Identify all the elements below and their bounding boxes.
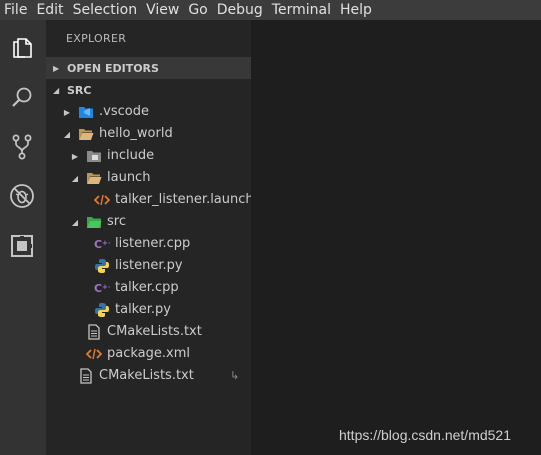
tree-item-label: include bbox=[107, 148, 155, 163]
tree-item-talker-cpp[interactable]: C++ talker.cpp bbox=[46, 277, 251, 299]
tree-item-label: .vscode bbox=[99, 104, 149, 119]
xml-file-icon bbox=[94, 192, 110, 208]
tree-item-package-xml[interactable]: package.xml bbox=[46, 343, 251, 365]
chevron-right-icon: ▶ bbox=[53, 63, 60, 73]
tree-item-label: CMakeLists.txt bbox=[107, 324, 202, 339]
menu-selection[interactable]: Selection bbox=[69, 0, 143, 20]
tree-item-label: listener.py bbox=[115, 258, 183, 273]
tree-item-label: hello_world bbox=[99, 126, 173, 141]
svg-text:C: C bbox=[94, 238, 102, 251]
src-folder-icon bbox=[86, 214, 102, 230]
tree-item-label: listener.cpp bbox=[115, 236, 191, 251]
tree-item-label: talker_listener.launch bbox=[115, 192, 251, 207]
explorer-title: EXPLORER bbox=[66, 32, 127, 45]
symlink-icon: ↳ bbox=[230, 369, 240, 382]
chevron-down-icon: ◢ bbox=[53, 85, 60, 95]
cpp-file-icon: C++ bbox=[94, 236, 110, 252]
tree-item-cmakelists-txt[interactable]: CMakeLists.txt bbox=[46, 321, 251, 343]
tree-item-hello-world[interactable]: ◢ hello_world bbox=[46, 123, 251, 145]
menu-help[interactable]: Help bbox=[336, 0, 377, 20]
menu-terminal[interactable]: Terminal bbox=[268, 0, 336, 20]
xml-file-icon bbox=[86, 346, 102, 362]
menu-edit[interactable]: Edit bbox=[32, 0, 68, 20]
workspace-section[interactable]: ◢ SRC bbox=[46, 79, 251, 101]
chevron-down-icon: ◢ bbox=[63, 129, 71, 139]
chevron-right-icon: ▶ bbox=[71, 151, 79, 161]
tree-item-label: launch bbox=[107, 170, 151, 185]
workspace-label: SRC bbox=[67, 83, 92, 97]
python-file-icon bbox=[94, 258, 110, 274]
open-editors-section[interactable]: ▶ OPEN EDITORS bbox=[46, 57, 251, 79]
menu-debug[interactable]: Debug bbox=[213, 0, 268, 20]
tree-item-label: CMakeLists.txt bbox=[99, 368, 194, 383]
tree-item-label: talker.cpp bbox=[115, 280, 179, 295]
python-file-icon bbox=[94, 302, 110, 318]
menu-file[interactable]: File bbox=[0, 0, 32, 20]
search-icon[interactable] bbox=[8, 83, 36, 111]
debug-icon[interactable] bbox=[8, 182, 36, 210]
tree-item-talker-py[interactable]: talker.py bbox=[46, 299, 251, 321]
tree-item-include[interactable]: ▶ include bbox=[46, 145, 251, 167]
watermark: https://blog.csdn.net/md521 bbox=[339, 427, 511, 443]
tree-item-cmakelists-txt[interactable]: CMakeLists.txt bbox=[46, 365, 251, 387]
tree-item-listener-py[interactable]: listener.py bbox=[46, 255, 251, 277]
tree-item-src[interactable]: ◢ src bbox=[46, 211, 251, 233]
tree-item-label: src bbox=[107, 214, 126, 229]
menu-bar: File Edit Selection View Go Debug Termin… bbox=[0, 0, 541, 20]
chevron-right-icon: ▶ bbox=[63, 107, 71, 117]
tree-item-launch[interactable]: ◢ launch bbox=[46, 167, 251, 189]
chevron-down-icon: ◢ bbox=[71, 173, 79, 183]
tree-item-label: talker.py bbox=[115, 302, 171, 317]
folder-open-icon bbox=[86, 170, 102, 186]
text-file-icon bbox=[78, 368, 94, 384]
cpp-file-icon: C++ bbox=[94, 280, 110, 296]
menu-go[interactable]: Go bbox=[184, 0, 212, 20]
svg-text:C: C bbox=[94, 282, 102, 295]
editor-area[interactable] bbox=[251, 20, 541, 455]
tree-item-vscode[interactable]: ▶ .vscode bbox=[46, 101, 251, 123]
open-editors-label: OPEN EDITORS bbox=[67, 61, 159, 75]
folder-open-icon bbox=[78, 126, 94, 142]
tree-item-talker-listener-launch[interactable]: talker_listener.launch bbox=[46, 189, 251, 211]
tree-item-listener-cpp[interactable]: C++ listener.cpp bbox=[46, 233, 251, 255]
explorer-icon[interactable] bbox=[8, 34, 36, 62]
explorer-sidebar: EXPLORER ▶ OPEN EDITORS ◢ SRC ▶ .vscode ◢ h… bbox=[46, 20, 251, 455]
menu-view[interactable]: View bbox=[142, 0, 184, 20]
source-control-icon[interactable] bbox=[8, 133, 36, 161]
svg-text:++: ++ bbox=[102, 239, 110, 247]
vscode-folder-icon bbox=[78, 104, 94, 120]
extensions-icon[interactable] bbox=[8, 232, 36, 260]
include-folder-icon bbox=[86, 148, 102, 164]
tree-item-label: package.xml bbox=[107, 346, 190, 361]
text-file-icon bbox=[86, 324, 102, 340]
chevron-down-icon: ◢ bbox=[71, 217, 79, 227]
svg-text:++: ++ bbox=[102, 283, 110, 291]
activity-bar bbox=[0, 20, 46, 455]
